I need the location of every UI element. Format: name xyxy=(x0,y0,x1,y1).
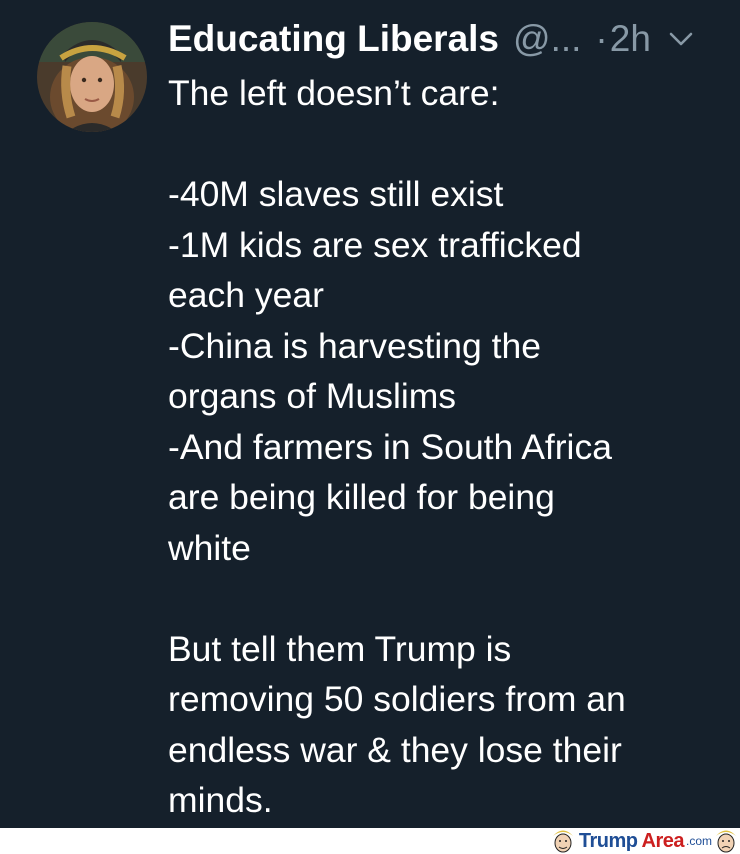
caricature-face-icon xyxy=(716,830,736,853)
avatar[interactable] xyxy=(37,22,147,132)
tweet-line: minds. xyxy=(168,780,273,820)
tweet-timestamp[interactable]: 2h xyxy=(610,18,651,60)
tweet-text: The left doesn’t care: -40M slaves still… xyxy=(168,68,728,826)
separator-dot: · xyxy=(595,18,608,59)
chevron-down-icon[interactable] xyxy=(667,29,695,49)
tweet-line: removing 50 soldiers from an xyxy=(168,679,626,719)
tweet-line: white xyxy=(168,527,251,568)
author-name[interactable]: Educating Liberals xyxy=(168,18,499,60)
tweet-line: -And farmers in South Africa xyxy=(168,426,612,467)
tweet-line: endless war & they lose their xyxy=(168,729,622,770)
caricature-face-icon xyxy=(552,830,573,853)
tweet-line: -40M slaves still exist xyxy=(168,174,504,214)
site-watermark: Trump Area .com xyxy=(549,828,740,854)
tweet-line: -China is harvesting the xyxy=(168,325,541,366)
watermark-part1: Trump xyxy=(578,829,638,852)
watermark-part2: Area xyxy=(641,829,685,852)
tweet-card: Educating Liberals @... · 2h The left do… xyxy=(0,0,740,828)
tweet-header: Educating Liberals @... · 2h xyxy=(168,14,716,64)
watermark-suffix: .com xyxy=(685,834,712,848)
tweet-line: are being killed for being xyxy=(168,477,555,517)
tweet-line: The left doesn’t care: xyxy=(168,73,500,113)
tweet-line: organs of Muslims xyxy=(168,376,457,416)
tweet-line: But tell them Trump is xyxy=(168,628,512,669)
tweet-line: -1M kids are sex trafficked xyxy=(168,224,582,265)
tweet-line: each year xyxy=(168,275,324,315)
avatar-image xyxy=(37,22,147,132)
watermark-bar: Trump Area .com xyxy=(0,828,740,854)
author-handle[interactable]: @... xyxy=(513,18,581,60)
